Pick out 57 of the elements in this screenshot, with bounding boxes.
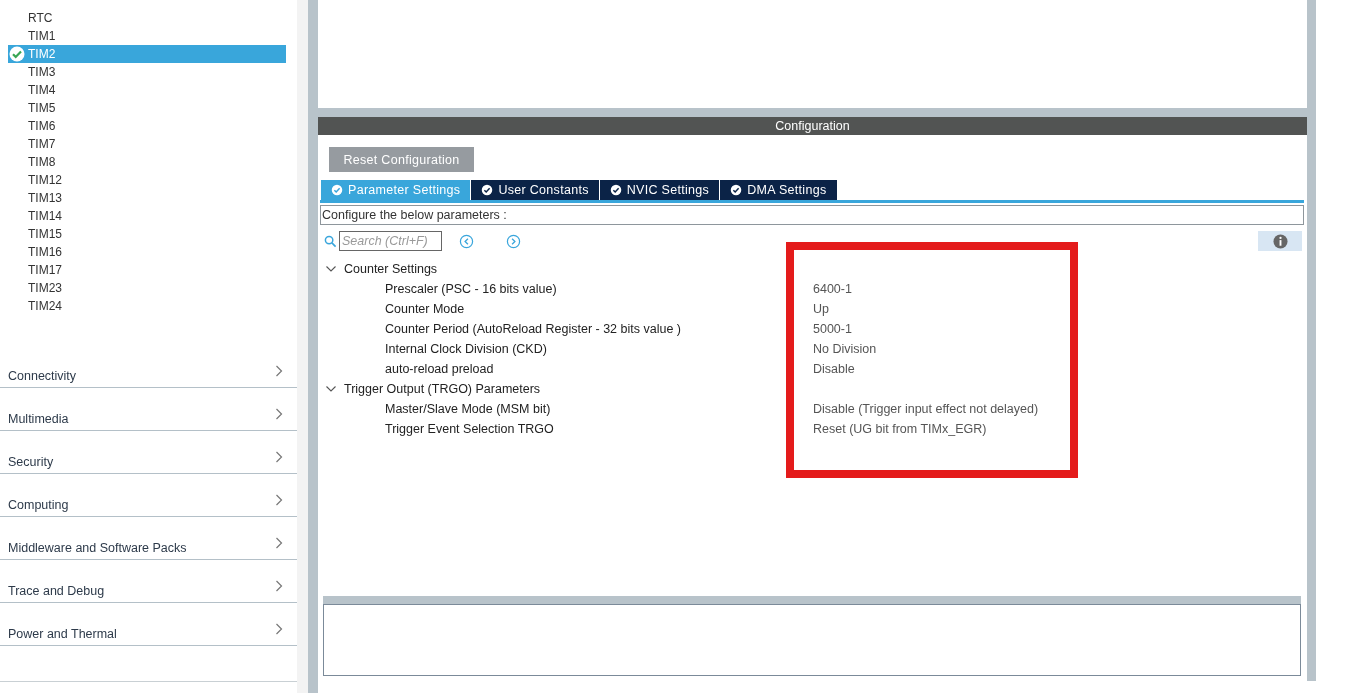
tab[interactable]: NVIC Settings [599, 180, 720, 200]
parameter-value[interactable]: Disable [813, 362, 855, 376]
check-icon [609, 184, 622, 196]
parameter-value[interactable]: Disable (Trigger input effect not delayed) [813, 402, 1039, 416]
parameter-value[interactable]: No Division [813, 342, 877, 356]
parameter-name: Counter Mode [384, 302, 466, 316]
peripheral-item[interactable]: TIM5 [8, 99, 286, 117]
panel-title: Configuration [318, 117, 1307, 135]
next-icon[interactable] [506, 233, 521, 249]
peripheral-item[interactable]: TIM3 [8, 63, 286, 81]
peripheral-item[interactable]: RTC [8, 9, 286, 27]
chevron-right-icon [275, 623, 283, 635]
peripheral-item[interactable]: TIM8 [8, 153, 286, 171]
tab[interactable]: User Constants [471, 180, 599, 200]
chevron-right-icon [275, 537, 283, 549]
check-icon [730, 184, 743, 196]
parameter-name: Internal Clock Division (CKD) [384, 342, 548, 356]
peripheral-item[interactable]: TIM12 [8, 171, 286, 189]
check-icon [481, 184, 494, 196]
chevron-right-icon [275, 408, 283, 420]
tab[interactable]: DMA Settings [720, 180, 837, 200]
peripheral-item[interactable]: TIM1 [8, 27, 286, 45]
scrollbar[interactable] [1307, 0, 1316, 681]
peripheral-item[interactable]: TIM17 [8, 261, 286, 279]
group-label: Counter Settings [344, 262, 438, 276]
check-icon [9, 46, 25, 62]
parameter-name: Counter Period (AutoReload Register - 32 bits value ) [384, 322, 682, 336]
parameter-name: auto-reload preload [384, 362, 495, 376]
peripheral-item[interactable]: TIM23 [8, 279, 286, 297]
chevron-right-icon [275, 451, 283, 463]
peripheral-item[interactable]: TIM13 [8, 189, 286, 207]
parameter-name: Trigger Event Selection TRGO [384, 422, 555, 436]
search-field[interactable]: Search (Ctrl+F) [339, 231, 442, 251]
chevron-right-icon [275, 365, 283, 377]
parameter-name: Master/Slave Mode (MSM bit) [384, 402, 552, 416]
splitter[interactable] [297, 0, 318, 693]
info-button[interactable] [1258, 231, 1302, 251]
chevron-right-icon [275, 494, 283, 506]
check-icon [331, 184, 343, 196]
chevron-right-icon [275, 580, 283, 592]
parameter-value[interactable]: Reset (UG bit from TIMx_EGR) [813, 422, 987, 436]
info-icon [1272, 233, 1288, 249]
parameter-value[interactable]: Up [813, 302, 829, 316]
peripheral-item[interactable]: TIM6 [8, 117, 286, 135]
parameter-name: Prescaler (PSC - 16 bits value) [384, 282, 558, 296]
parameter-value[interactable]: 5000-1 [813, 322, 852, 336]
parameter-value[interactable]: 6400-1 [813, 282, 852, 296]
previous-icon[interactable] [459, 233, 474, 249]
search-icon [324, 234, 337, 248]
hint-text: Configure the below parameters : [320, 205, 1304, 225]
peripheral-item[interactable]: TIM16 [8, 243, 286, 261]
peripheral-item[interactable]: TIM24 [8, 297, 286, 315]
peripheral-item[interactable]: TIM14 [8, 207, 286, 225]
group-label: Trigger Output (TRGO) Parameters [344, 382, 541, 396]
peripheral-item[interactable]: TIM15 [8, 225, 286, 243]
peripheral-item[interactable]: TIM4 [8, 81, 286, 99]
peripheral-item[interactable]: TIM7 [8, 135, 286, 153]
